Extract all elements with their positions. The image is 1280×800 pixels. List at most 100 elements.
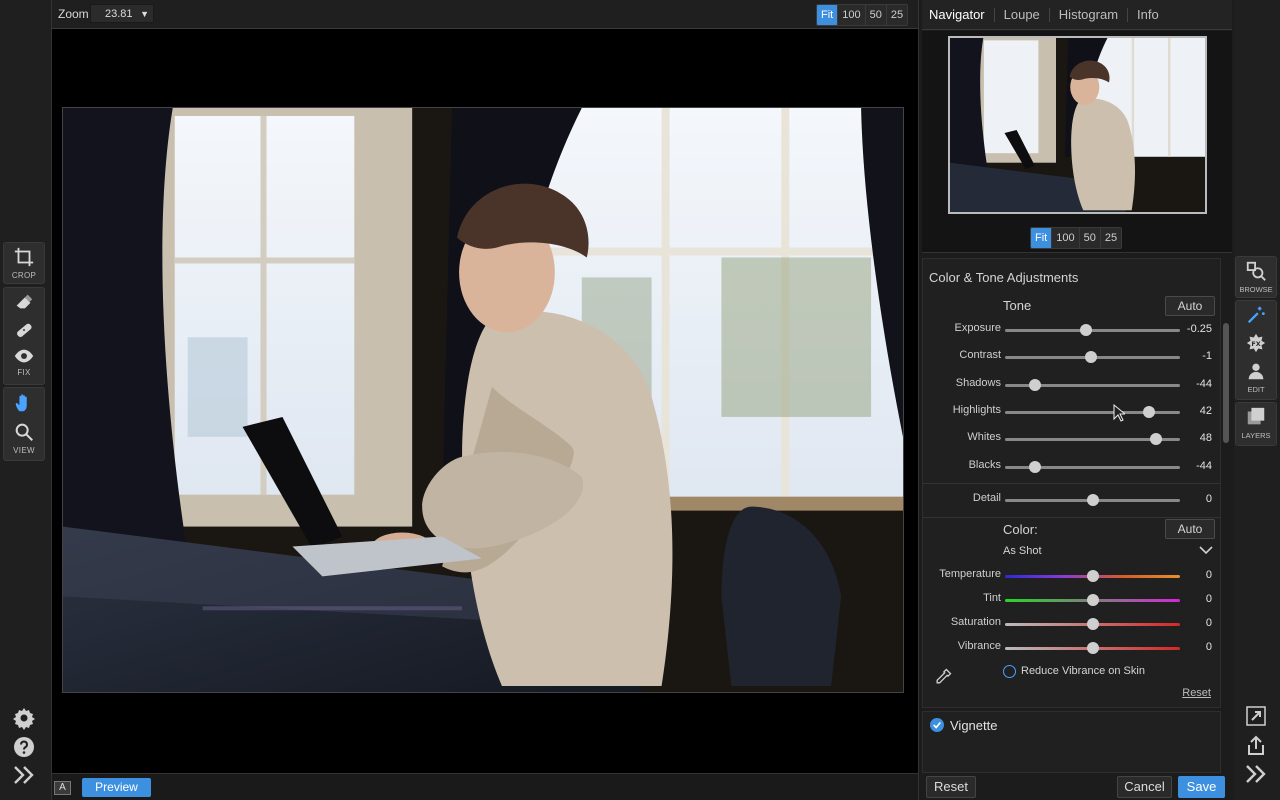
thumbnail-illustration (950, 38, 1205, 212)
nav-50-button[interactable]: 50 (1078, 228, 1100, 248)
canvas-bottom-bar: A Preview (52, 773, 918, 800)
color-auto-button[interactable]: Auto (1165, 519, 1215, 539)
mouse-cursor-icon (1113, 404, 1125, 422)
panel-scrollbar[interactable] (1222, 258, 1230, 710)
chevron-down-icon[interactable] (1198, 544, 1214, 556)
slider-value: 0 (1205, 617, 1212, 629)
crop-label: CROP (11, 271, 37, 280)
share-icon[interactable] (1244, 734, 1270, 760)
slider-handle[interactable] (1086, 618, 1099, 630)
tab-navigator[interactable]: Navigator (929, 7, 995, 22)
slider-handle[interactable] (1028, 378, 1041, 391)
slider-row: Contrast -1 (923, 349, 1220, 365)
scrollbar-thumb[interactable] (1223, 323, 1229, 443)
portrait-icon[interactable] (1236, 357, 1276, 385)
expand-right-panel-icon[interactable] (1244, 762, 1270, 788)
slider-value: -0.25 (1186, 323, 1212, 335)
white-balance-preset[interactable]: As Shot (1003, 545, 1042, 557)
zoom-fit-button[interactable]: Fit (817, 5, 838, 25)
slider-handle[interactable] (1086, 570, 1099, 582)
slider-track[interactable] (1005, 351, 1180, 364)
slider-label: Vibrance (957, 640, 1001, 652)
preview-button[interactable]: Preview (82, 778, 151, 797)
slider-handle[interactable] (1142, 405, 1155, 418)
tab-loupe[interactable]: Loupe (1004, 7, 1050, 22)
slider-handle[interactable] (1028, 460, 1041, 473)
magnifier-icon[interactable] (4, 418, 44, 446)
nav-fit-button[interactable]: Fit (1031, 228, 1052, 248)
zoom-50-button[interactable]: 50 (864, 5, 886, 25)
fx-icon[interactable]: FX (1236, 329, 1276, 357)
zoom-dropdown[interactable]: 23.81 ▼ (90, 4, 154, 23)
slider-track[interactable] (1005, 378, 1180, 391)
expand-icon[interactable] (1244, 704, 1270, 730)
browse-module[interactable]: BROWSE (1235, 256, 1277, 298)
slider-row: Tint 0 (923, 592, 1220, 608)
slider-track[interactable] (1005, 460, 1180, 473)
slider-track[interactable] (1005, 594, 1180, 606)
magic-wand-icon[interactable] (1236, 301, 1276, 329)
detail-slider-handle[interactable] (1086, 494, 1099, 506)
dropdown-arrow-icon: ▼ (140, 8, 149, 19)
save-button[interactable]: Save (1178, 776, 1225, 798)
reduce-vibrance-radio[interactable] (1003, 665, 1016, 678)
bandage-icon[interactable] (4, 316, 44, 344)
cancel-button[interactable]: Cancel (1117, 776, 1172, 798)
navigator-zoom-presets: Fit 100 50 25 (1030, 227, 1123, 249)
expand-left-panel-icon[interactable] (10, 762, 38, 788)
slider-value: 48 (1199, 432, 1212, 445)
eye-icon[interactable] (4, 344, 44, 368)
slider-track[interactable] (1005, 642, 1180, 654)
checkmark-icon (933, 721, 941, 729)
tab-info[interactable]: Info (1137, 7, 1168, 22)
layers-module[interactable]: LAYERS (1235, 402, 1277, 446)
browse-label: BROWSE (1239, 285, 1273, 294)
settings-gear-icon[interactable] (10, 705, 38, 731)
slider-track[interactable] (1005, 570, 1180, 582)
crop-icon[interactable] (4, 243, 44, 271)
slider-row: Temperature 0 (923, 568, 1220, 584)
browse-icon[interactable] (1236, 257, 1276, 285)
image-canvas[interactable] (52, 29, 918, 773)
zoom-value: 23.81 (105, 7, 133, 20)
slider-handle[interactable] (1084, 351, 1097, 364)
zoom-25-button[interactable]: 25 (885, 5, 908, 25)
slider-value: 0 (1205, 641, 1212, 653)
auto-badge[interactable]: A (54, 781, 71, 795)
panel-tabs: Navigator Loupe Histogram Info (922, 0, 1232, 30)
slider-row: Highlights 42 (923, 404, 1220, 420)
edit-module: FX EDIT (1235, 300, 1277, 400)
slider-track[interactable] (1005, 405, 1180, 418)
slider-handle[interactable] (1149, 433, 1162, 446)
nav-100-button[interactable]: 100 (1051, 228, 1079, 248)
eraser-icon[interactable] (4, 288, 44, 316)
reset-button[interactable]: Reset (926, 776, 976, 798)
zoom-presets: Fit 100 50 25 (816, 4, 909, 26)
navigator-thumbnail[interactable] (948, 36, 1207, 214)
help-icon[interactable] (10, 734, 38, 760)
hand-icon[interactable] (4, 388, 44, 418)
zoom-toolbar: Zoom 23.81 ▼ Fit 100 50 25 (52, 0, 918, 29)
zoom-100-button[interactable]: 100 (837, 5, 865, 25)
slider-track[interactable] (1005, 618, 1180, 630)
main-photo[interactable] (62, 107, 904, 693)
slider-track[interactable] (1005, 324, 1180, 336)
color-reset-link[interactable]: Reset (1182, 687, 1211, 699)
slider-handle[interactable] (1079, 324, 1092, 336)
fix-tool-group: FIX (3, 287, 45, 385)
slider-label: Shadows (955, 376, 1001, 389)
zoom-label: Zoom (58, 7, 89, 21)
slider-handle[interactable] (1086, 642, 1099, 654)
slider-handle[interactable] (1086, 594, 1099, 606)
color-title: Color: (1003, 522, 1038, 537)
detail-slider[interactable] (1005, 494, 1180, 506)
vignette-checkbox[interactable] (930, 718, 944, 732)
tab-histogram[interactable]: Histogram (1059, 7, 1129, 22)
nav-25-button[interactable]: 25 (1099, 228, 1122, 248)
eyedropper-icon[interactable] (933, 667, 953, 687)
tone-auto-button[interactable]: Auto (1165, 296, 1215, 316)
crop-tool-group[interactable]: CROP (3, 242, 45, 284)
right-panel: Navigator Loupe Histogram Info Fit 100 5… (918, 0, 1234, 800)
layers-icon[interactable] (1236, 403, 1276, 431)
slider-track[interactable] (1005, 433, 1180, 446)
